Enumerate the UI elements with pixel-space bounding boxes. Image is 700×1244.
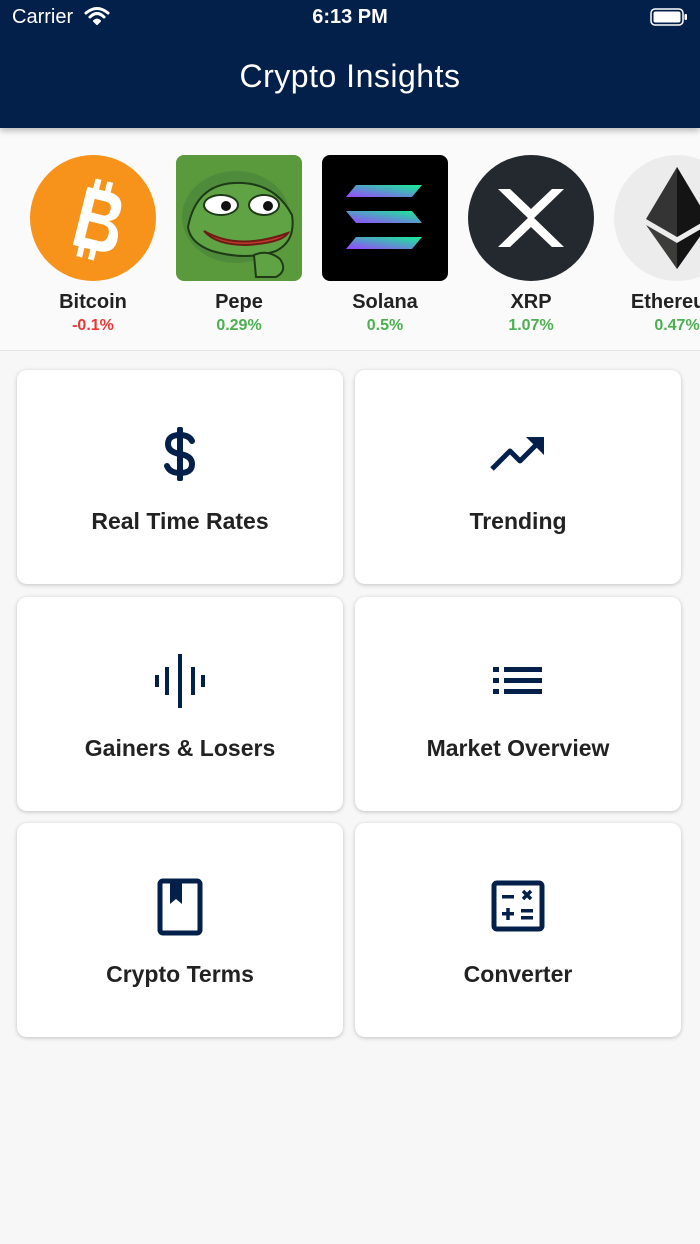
status-bar: Carrier 6:13 PM xyxy=(0,0,700,36)
card-label: Converter xyxy=(463,961,573,987)
coin-item-pepe[interactable]: Pepe 0.29% xyxy=(166,155,312,335)
coin-item-ethereum[interactable]: Ethereum 0.47% xyxy=(604,155,700,335)
battery-icon xyxy=(650,8,688,26)
coin-name: Ethereum xyxy=(630,291,700,313)
book-icon xyxy=(17,878,343,936)
coin-name: XRP xyxy=(510,291,552,313)
coin-change: 1.07% xyxy=(508,317,554,334)
gainers-losers-card[interactable]: Gainers & Losers xyxy=(17,597,343,811)
coin-name: Pepe xyxy=(215,291,263,313)
card-label: Market Overview xyxy=(426,735,610,761)
waveform-icon xyxy=(17,652,343,710)
coin-name: Solana xyxy=(352,291,418,313)
pepe-logo xyxy=(176,155,302,281)
coin-change: 0.29% xyxy=(216,317,262,334)
dollar-icon xyxy=(17,425,343,483)
coin-change: 0.47% xyxy=(654,317,700,334)
card-label: Gainers & Losers xyxy=(84,735,276,761)
market-overview-card[interactable]: Market Overview xyxy=(355,597,681,811)
converter-card[interactable]: Converter xyxy=(355,823,681,1037)
solana-logo xyxy=(322,155,448,281)
bitcoin-logo xyxy=(30,155,156,281)
coin-ticker[interactable]: Bitcoin -0.1% Pepe 0.29% Solana 0.5% XRP… xyxy=(0,128,700,351)
trending-card[interactable]: Trending xyxy=(355,370,681,584)
coin-change: 0.5% xyxy=(366,317,404,334)
real-time-rates-card[interactable]: Real Time Rates xyxy=(17,370,343,584)
list-icon xyxy=(355,652,681,710)
app-header: Carrier 6:13 PM Crypto Insights xyxy=(0,0,700,128)
crypto-terms-card[interactable]: Crypto Terms xyxy=(17,823,343,1037)
xrp-logo xyxy=(468,155,594,281)
status-time: 6:13 PM xyxy=(312,6,388,28)
ethereum-logo xyxy=(614,155,700,281)
coin-item-bitcoin[interactable]: Bitcoin -0.1% xyxy=(20,155,166,335)
coin-change: -0.1% xyxy=(72,317,114,334)
card-label: Crypto Terms xyxy=(106,961,254,987)
coin-item-xrp[interactable]: XRP 1.07% xyxy=(458,155,604,335)
calculator-icon xyxy=(355,878,681,936)
card-label: Trending xyxy=(469,508,567,534)
coin-name: Bitcoin xyxy=(59,291,127,313)
trending-up-icon xyxy=(355,425,681,483)
coin-item-solana[interactable]: Solana 0.5% xyxy=(312,155,458,335)
card-label: Real Time Rates xyxy=(91,508,269,534)
page-title: Crypto Insights xyxy=(239,58,461,94)
